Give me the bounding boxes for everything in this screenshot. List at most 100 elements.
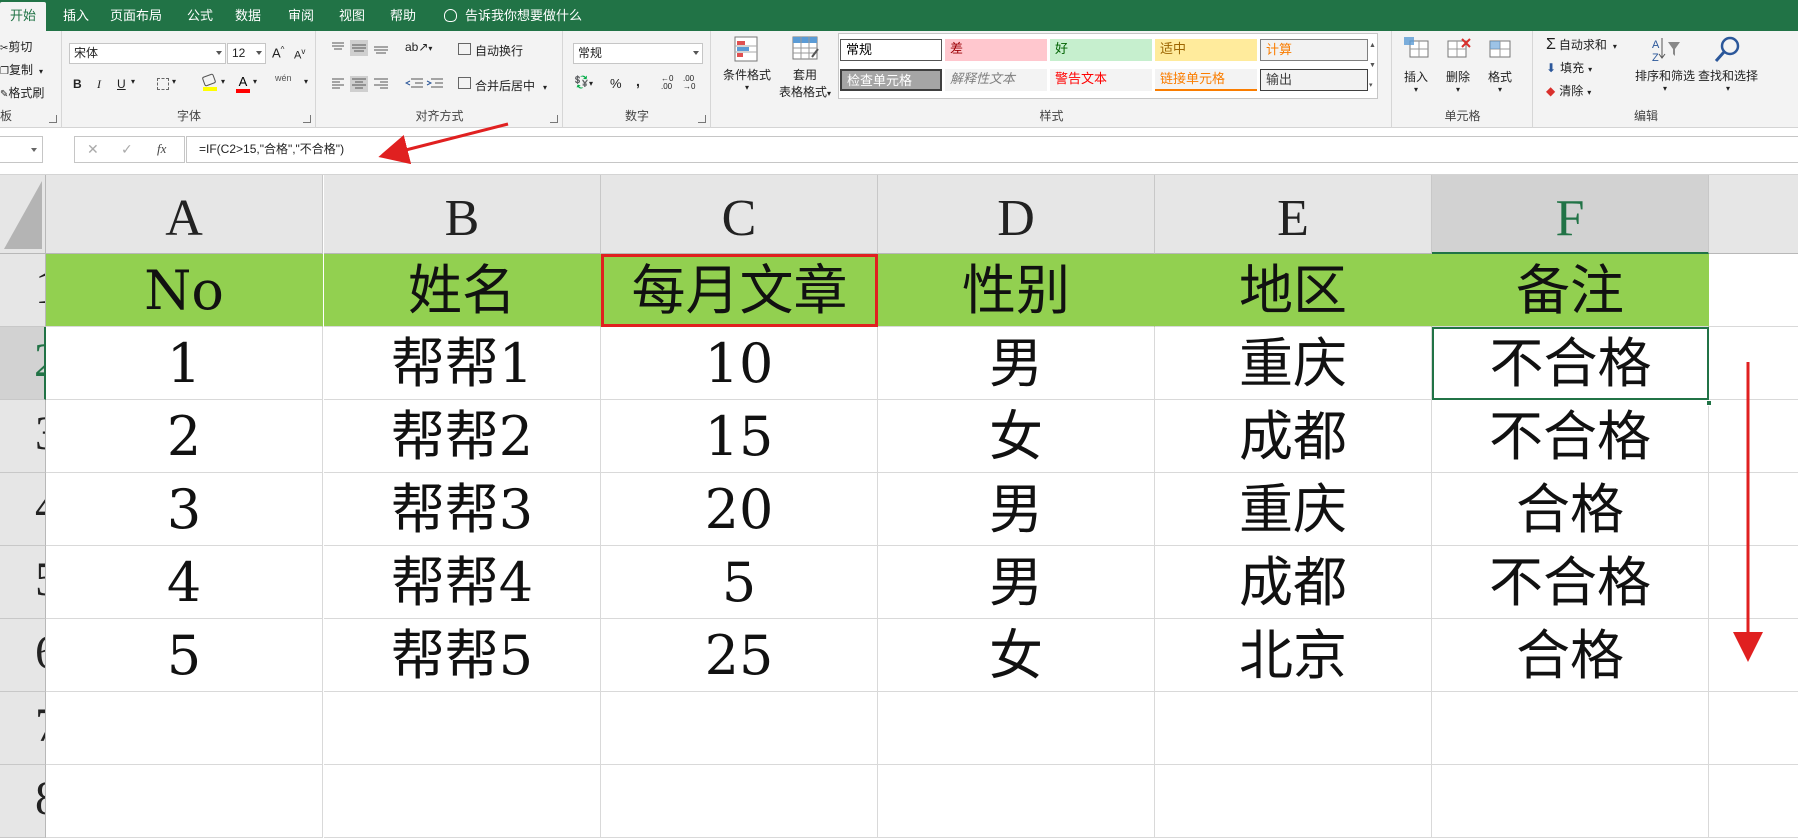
gallery-scroll-icons[interactable]: ▲ ▼ ▾ [1369, 36, 1377, 96]
empty-cell[interactable] [601, 765, 878, 838]
empty-cell[interactable] [1155, 692, 1432, 765]
clear-button[interactable]: ◆ 清除 ▾ [1546, 82, 1591, 99]
font-launcher-icon[interactable] [303, 115, 311, 123]
table-cell[interactable]: 5 [601, 546, 878, 619]
formula-input[interactable]: =IF(C2>15,"合格","不合格") [186, 136, 1798, 163]
comma-button[interactable]: , [636, 73, 640, 89]
empty-cell[interactable] [601, 692, 878, 765]
grow-font-button[interactable]: A^ [272, 45, 284, 60]
table-cell[interactable]: 成都 [1155, 400, 1432, 473]
row-header-5[interactable]: 5 [0, 546, 46, 619]
active-cell[interactable]: 不合格 [1432, 327, 1709, 400]
table-cell[interactable]: 2 [46, 400, 323, 473]
table-header-cell[interactable]: 地区 [1155, 254, 1432, 327]
phonetic-dropdown[interactable]: ▾ [304, 77, 308, 86]
table-cell[interactable]: 帮帮4 [324, 546, 601, 619]
row-header-8[interactable]: 8 [0, 765, 46, 838]
cell-style-4[interactable]: 计算 [1260, 39, 1368, 61]
cell-style-2[interactable]: 好 [1050, 39, 1152, 61]
accounting-format-button[interactable]: 💱▾ [574, 75, 593, 89]
tab-2[interactable]: 页面布局 [110, 0, 162, 31]
tab-6[interactable]: 视图 [339, 0, 365, 31]
horizontal-align-icons[interactable] [330, 76, 390, 92]
empty-cell[interactable] [878, 692, 1155, 765]
row-header-3[interactable]: 3 [0, 400, 46, 473]
table-cell[interactable]: 帮帮3 [324, 473, 601, 546]
table-cell[interactable]: 5 [46, 619, 323, 692]
vertical-align-icons[interactable] [330, 40, 390, 56]
delete-cells-button[interactable]: 删除 ▾ [1439, 35, 1477, 94]
format-as-table-button[interactable]: 套用 表格格式▾ [772, 35, 838, 100]
empty-cell[interactable] [1709, 765, 1798, 838]
empty-cell[interactable] [1709, 473, 1798, 546]
borders-icon[interactable] [157, 78, 169, 90]
row-header-4[interactable]: 4 [0, 473, 46, 546]
table-header-cell-highlighted[interactable]: 每月文章 [601, 254, 878, 327]
cancel-formula-icon[interactable]: ✕ [87, 141, 99, 158]
format-painter-button[interactable]: ✎格式刷 [0, 84, 44, 101]
table-cell[interactable]: 合格 [1432, 619, 1709, 692]
autosum-button[interactable]: Σ 自动求和 ▾ [1546, 36, 1617, 54]
tab-5[interactable]: 审阅 [288, 0, 314, 31]
column-header-b[interactable]: B [324, 175, 601, 254]
cut-button[interactable]: ✂剪切 [0, 38, 32, 55]
fill-color-icon[interactable] [201, 73, 217, 92]
fill-color-dropdown[interactable]: ▾ [221, 77, 225, 86]
number-launcher-icon[interactable] [698, 115, 706, 123]
font-size-combo[interactable]: 12 [227, 43, 266, 64]
table-cell[interactable]: 4 [46, 546, 323, 619]
name-box[interactable] [0, 136, 43, 163]
empty-cell[interactable] [324, 692, 601, 765]
insert-function-icon[interactable]: fx [157, 141, 166, 157]
cell-style-0[interactable]: 常规 [840, 39, 942, 61]
percent-button[interactable]: % [610, 76, 622, 91]
table-cell[interactable]: 重庆 [1155, 473, 1432, 546]
empty-cell[interactable] [46, 765, 323, 838]
table-header-cell[interactable]: 性别 [878, 254, 1155, 327]
empty-cell[interactable] [324, 765, 601, 838]
table-cell[interactable]: 成都 [1155, 546, 1432, 619]
table-cell[interactable]: 1 [46, 327, 323, 400]
table-cell[interactable]: 帮帮2 [324, 400, 601, 473]
insert-cells-button[interactable]: 插入 ▾ [1397, 35, 1435, 94]
find-select-button[interactable]: 查找和选择 ▾ [1696, 34, 1760, 93]
increase-decimal-button[interactable]: ←0.00 [661, 75, 673, 91]
table-cell[interactable]: 20 [601, 473, 878, 546]
cell-style-5[interactable]: 检查单元格 [840, 69, 942, 91]
italic-button[interactable]: I [97, 77, 101, 92]
font-color-icon[interactable]: A [236, 74, 250, 93]
empty-cell[interactable] [1432, 692, 1709, 765]
table-cell[interactable]: 男 [878, 327, 1155, 400]
clipboard-launcher-icon[interactable] [49, 115, 57, 123]
fill-handle[interactable] [1706, 400, 1712, 406]
empty-cell[interactable] [1709, 400, 1798, 473]
empty-cell[interactable] [1155, 765, 1432, 838]
copy-button[interactable]: ❐复制 ▾ [0, 61, 43, 78]
underline-button[interactable]: U [117, 77, 126, 91]
row-header-1[interactable]: 1 [0, 254, 46, 327]
tell-me-search[interactable]: 告诉我你想要做什么 [444, 0, 582, 31]
table-cell[interactable]: 男 [878, 546, 1155, 619]
row-header-7[interactable]: 7 [0, 692, 46, 765]
empty-cell[interactable] [1709, 546, 1798, 619]
table-cell[interactable]: 重庆 [1155, 327, 1432, 400]
table-header-cell[interactable]: 姓名 [324, 254, 601, 327]
cell-style-6[interactable]: 解释性文本 [945, 69, 1047, 91]
column-header-d[interactable]: D [878, 175, 1155, 254]
tab-1[interactable]: 插入 [63, 0, 89, 31]
cell-style-3[interactable]: 适中 [1155, 39, 1257, 61]
empty-cell[interactable] [1709, 327, 1798, 400]
enter-formula-icon[interactable]: ✓ [121, 141, 133, 158]
fill-button[interactable]: ⬇ 填充 ▾ [1546, 59, 1592, 76]
column-header-a[interactable]: A [46, 175, 323, 254]
wrap-text-button[interactable]: 自动换行 [475, 42, 523, 59]
table-cell[interactable]: 25 [601, 619, 878, 692]
column-header-e[interactable]: E [1155, 175, 1432, 254]
tab-7[interactable]: 帮助 [390, 0, 416, 31]
table-cell[interactable]: 帮帮5 [324, 619, 601, 692]
column-header-c[interactable]: C [601, 175, 878, 254]
empty-cell[interactable] [1432, 765, 1709, 838]
column-header-f[interactable]: F [1432, 175, 1709, 254]
row-header-2[interactable]: 2 [0, 327, 46, 400]
table-cell[interactable]: 女 [878, 619, 1155, 692]
